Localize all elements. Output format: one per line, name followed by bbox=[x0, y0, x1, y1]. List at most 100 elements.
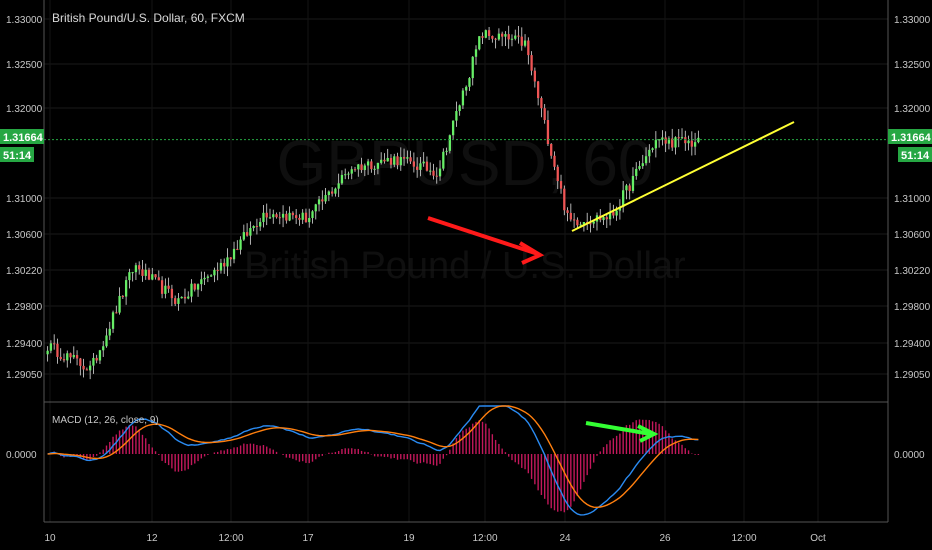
candle-body bbox=[85, 369, 89, 371]
candle-body bbox=[121, 295, 124, 297]
candle-body bbox=[321, 199, 324, 202]
price-label: 1.30220 bbox=[894, 266, 931, 277]
candle-body bbox=[612, 211, 615, 216]
price-label: 1.29800 bbox=[6, 302, 43, 313]
candle-body bbox=[471, 56, 474, 79]
candle-body bbox=[559, 181, 563, 189]
candle-body bbox=[311, 211, 314, 219]
candle-body bbox=[317, 199, 321, 205]
price-label: 1.30600 bbox=[6, 230, 43, 241]
candle-body bbox=[157, 277, 160, 281]
time-label: 26 bbox=[659, 533, 671, 544]
candle-body bbox=[314, 204, 317, 212]
candle-body bbox=[187, 296, 190, 299]
candle-body bbox=[556, 166, 559, 182]
candle-body bbox=[651, 148, 654, 150]
candle-body bbox=[245, 232, 249, 236]
candle-body bbox=[451, 120, 455, 136]
candle-body bbox=[232, 248, 236, 260]
candle-body bbox=[402, 157, 406, 159]
price-label: 1.29050 bbox=[894, 370, 931, 381]
candle-body bbox=[380, 159, 383, 163]
candle-body bbox=[272, 214, 275, 218]
candle-body bbox=[566, 210, 569, 213]
price-axis-left: 1.33000 1.32500 1.32000 1.31000 1.30600 1.302… bbox=[6, 15, 43, 381]
time-label: 24 bbox=[559, 533, 571, 544]
candle-body bbox=[190, 283, 193, 297]
candle-body bbox=[95, 357, 98, 361]
price-axis-right: 1.33000 1.32500 1.32000 1.31000 1.30600 1.302… bbox=[894, 15, 931, 381]
candle-body bbox=[517, 35, 520, 37]
candle-body bbox=[523, 40, 527, 46]
candle-body bbox=[406, 157, 409, 159]
candle-body bbox=[69, 353, 72, 358]
candle-body bbox=[510, 38, 514, 40]
price-label: 1.32500 bbox=[6, 60, 43, 71]
macd-zero-label-left: 0.0000 bbox=[6, 450, 37, 461]
candle-body bbox=[399, 157, 402, 166]
candle-body bbox=[298, 217, 301, 220]
candle-body bbox=[128, 272, 131, 281]
candle-body bbox=[474, 49, 478, 57]
candle-body bbox=[373, 168, 376, 170]
candle-body bbox=[285, 213, 288, 221]
candle-body bbox=[661, 137, 664, 140]
candle-body bbox=[628, 185, 631, 191]
candle-body bbox=[209, 275, 213, 277]
current-price-tag-left: 1.31664 51:14 bbox=[0, 129, 44, 162]
candle-body bbox=[602, 217, 605, 221]
candle-body bbox=[347, 173, 350, 175]
candle-body bbox=[105, 335, 108, 347]
candle-body bbox=[353, 169, 357, 171]
svg-text:51:14: 51:14 bbox=[3, 150, 32, 162]
current-price-tag-right: 1.31664 51:14 bbox=[888, 129, 932, 162]
candle-body bbox=[160, 280, 164, 294]
candle-body bbox=[494, 38, 497, 40]
price-label: 1.32500 bbox=[894, 60, 931, 71]
candle-body bbox=[288, 212, 291, 221]
candle-body bbox=[563, 188, 566, 211]
candle-body bbox=[56, 343, 59, 357]
candle-body bbox=[687, 140, 690, 144]
candle-body bbox=[216, 269, 219, 271]
candle-body bbox=[200, 279, 203, 285]
candlestick-series bbox=[46, 25, 700, 380]
candle-body bbox=[147, 269, 151, 280]
price-label: 1.29800 bbox=[894, 302, 931, 313]
candle-body bbox=[79, 358, 82, 366]
candle-body bbox=[206, 276, 210, 278]
candle-body bbox=[118, 295, 121, 313]
candle-body bbox=[360, 164, 363, 171]
candle-body bbox=[546, 120, 550, 145]
candle-body bbox=[389, 157, 393, 165]
candle-body bbox=[49, 343, 53, 351]
candle-body bbox=[229, 257, 232, 260]
candle-body bbox=[219, 262, 223, 271]
candle-body bbox=[422, 161, 425, 164]
candle-body bbox=[693, 142, 697, 147]
candle-body bbox=[625, 185, 628, 191]
price-label: 1.29050 bbox=[6, 370, 43, 381]
candle-body bbox=[170, 288, 174, 299]
candle-body bbox=[429, 170, 432, 172]
candle-body bbox=[520, 36, 523, 46]
time-label: Oct bbox=[810, 533, 826, 544]
candle-body bbox=[638, 166, 641, 169]
candle-body bbox=[631, 175, 635, 191]
candle-body bbox=[507, 34, 510, 40]
candle-body bbox=[641, 163, 644, 167]
candle-body bbox=[268, 217, 272, 219]
candle-body bbox=[481, 36, 484, 38]
candle-body bbox=[416, 166, 419, 170]
chart-canvas[interactable]: GBPUSD, 60 British Pound / U.S. Dollar M… bbox=[0, 0, 932, 550]
candle-body bbox=[363, 165, 366, 171]
candle-body bbox=[262, 212, 265, 222]
candle-body bbox=[111, 312, 115, 329]
macd-histogram bbox=[50, 419, 700, 513]
candle-body bbox=[592, 221, 595, 224]
candle-body bbox=[435, 175, 438, 177]
candle-body bbox=[458, 105, 461, 112]
candle-body bbox=[432, 170, 435, 176]
candle-body bbox=[690, 140, 693, 147]
candle-body bbox=[680, 137, 684, 139]
